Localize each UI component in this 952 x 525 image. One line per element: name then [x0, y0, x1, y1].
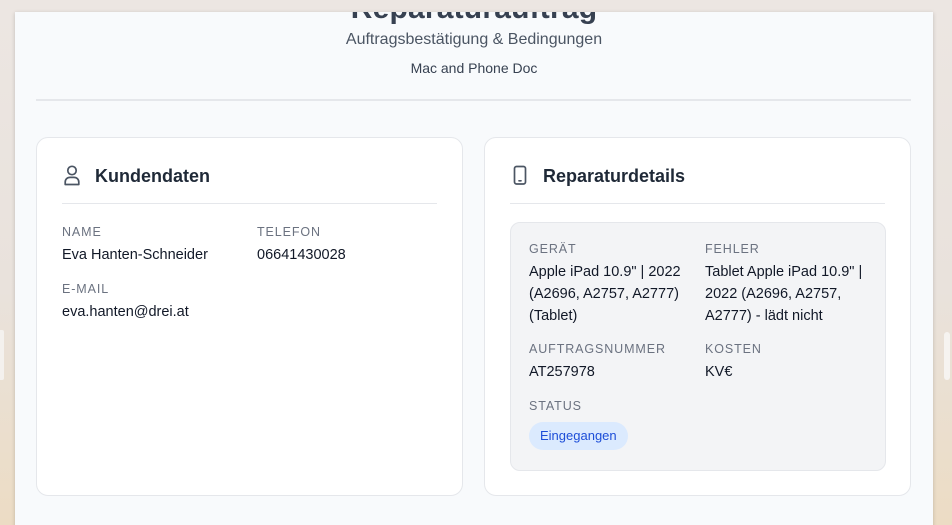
fault-field: FEHLER Tablet Apple iPad 10.9" | 2022 (A… [705, 241, 873, 327]
customer-email: eva.hanten@drei.at [62, 304, 189, 320]
fault-value: Tablet Apple iPad 10.9" | 2022 (A2696, A… [705, 264, 863, 324]
device-field: GERÄT Apple iPad 10.9" | 2022 (A2696, A2… [529, 241, 694, 327]
device-value: Apple iPad 10.9" | 2022 (A2696, A2757, A… [529, 264, 681, 324]
cost-label: KOSTEN [705, 342, 762, 356]
document-title: Reparaturauftrag [15, 12, 933, 26]
customer-card-title: Kundendaten [95, 166, 210, 186]
customer-phone: 06641430028 [257, 247, 346, 263]
repair-details-box: GERÄT Apple iPad 10.9" | 2022 (A2696, A2… [510, 222, 886, 471]
background-window-edge-right [944, 332, 950, 380]
order-number-field: AUFTRAGSNUMMER AT257978 [529, 341, 694, 383]
cost-value: KV€ [705, 364, 733, 380]
phone-label: TELEFON [257, 225, 321, 239]
customer-email-field: E-MAIL eva.hanten@drei.at [62, 281, 422, 323]
customer-name: Eva Hanten-Schneider [62, 247, 208, 263]
customer-card-header: Kundendaten [62, 164, 437, 204]
repair-card-title: Reparaturdetails [543, 166, 686, 186]
phone-icon [510, 164, 530, 186]
customer-card: Kundendaten NAME Eva Hanten-Schneider TE… [36, 137, 463, 496]
repair-card-header: Reparaturdetails [510, 164, 885, 204]
document-subtitle: Auftragsbestätigung & Bedingungen [345, 31, 603, 48]
repair-details-card: Reparaturdetails GERÄT Apple iPad 10.9" … [484, 137, 911, 496]
status-field: STATUS Eingegangen [529, 398, 729, 450]
device-label: GERÄT [529, 242, 577, 256]
customer-name-field: NAME Eva Hanten-Schneider [62, 224, 242, 266]
cost-field: KOSTEN KV€ [705, 341, 870, 383]
customer-phone-field: TELEFON 06641430028 [257, 224, 437, 266]
header-divider [36, 99, 911, 101]
background-window-edge-left [0, 330, 4, 380]
company-name: Mac and Phone Doc [410, 60, 538, 76]
order-number-label: AUFTRAGSNUMMER [529, 342, 666, 356]
status-badge: Eingegangen [529, 422, 628, 450]
fault-label: FEHLER [705, 242, 760, 256]
person-icon [62, 164, 82, 186]
name-label: NAME [62, 225, 102, 239]
repair-order-document: Reparaturauftrag Auftragsbestätigung & B… [15, 12, 933, 525]
order-number-value: AT257978 [529, 364, 595, 380]
status-label: STATUS [529, 399, 582, 413]
email-label: E-MAIL [62, 282, 110, 296]
